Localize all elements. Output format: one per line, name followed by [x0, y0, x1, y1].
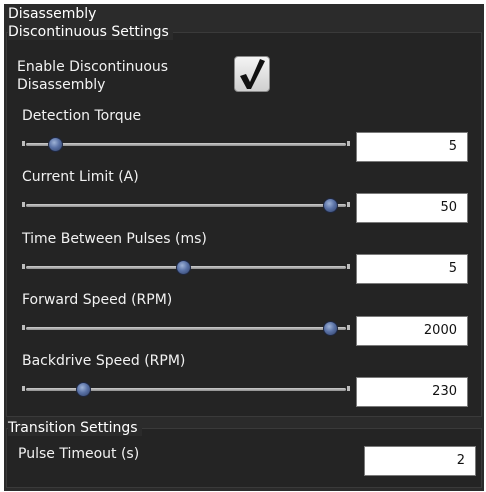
time-between-pulses-label: Time Between Pulses (ms)	[22, 231, 207, 247]
panel-title: Disassembly	[8, 6, 97, 22]
backdrive-speed-input[interactable]: 230	[356, 377, 468, 407]
current-limit-slider-thumb[interactable]	[322, 198, 338, 213]
time-between-pulses-input[interactable]: 5	[356, 254, 468, 284]
enable-discontinuous-checkbox[interactable]	[234, 56, 270, 92]
pulse-timeout-input[interactable]: 2	[364, 446, 476, 476]
time-between-pulses-slider-thumb[interactable]	[175, 260, 191, 275]
current-limit-label: Current Limit (A)	[22, 169, 139, 185]
detection-torque-slider-thumb[interactable]	[47, 137, 63, 152]
enable-discontinuous-label-line1: Enable Discontinuous	[17, 59, 169, 75]
time-between-pulses-slider[interactable]	[22, 260, 350, 276]
backdrive-speed-label: Backdrive Speed (RPM)	[22, 353, 186, 369]
transition-settings-title: Transition Settings	[8, 420, 142, 436]
detection-torque-slider[interactable]	[22, 137, 350, 153]
forward-speed-slider[interactable]	[22, 321, 350, 337]
backdrive-speed-slider-thumb[interactable]	[76, 382, 92, 397]
enable-discontinuous-label: Enable Discontinuous Disassembly	[17, 58, 168, 94]
backdrive-speed-slider[interactable]	[22, 382, 350, 398]
current-limit-input[interactable]: 50	[356, 193, 468, 223]
checkmark-icon	[240, 59, 265, 89]
forward-speed-slider-thumb[interactable]	[322, 321, 338, 336]
pulse-timeout-label: Pulse Timeout (s)	[18, 446, 140, 462]
current-limit-slider[interactable]	[22, 198, 350, 214]
forward-speed-input[interactable]: 2000	[356, 316, 468, 346]
detection-torque-label: Detection Torque	[22, 108, 142, 124]
forward-speed-label: Forward Speed (RPM)	[22, 292, 173, 308]
detection-torque-input[interactable]: 5	[356, 132, 468, 162]
discontinuous-settings-title: Discontinuous Settings	[8, 24, 173, 40]
disassembly-panel: Disassembly Discontinuous Settings Enabl…	[4, 4, 484, 491]
enable-discontinuous-label-line2: Disassembly	[17, 77, 106, 93]
